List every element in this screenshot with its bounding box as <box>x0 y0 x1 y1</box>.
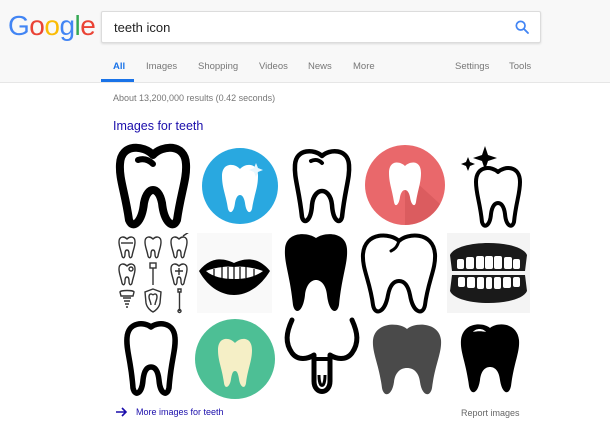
logo-letter: o <box>44 10 60 41</box>
sparkling-tooth-icon[interactable] <box>455 142 530 230</box>
active-tab-indicator <box>101 79 134 82</box>
tooth-black-silhouette-icon[interactable] <box>280 229 352 317</box>
logo-letter: G <box>8 10 30 41</box>
result-stats: About 13,200,000 results (0.42 seconds) <box>113 93 276 103</box>
header-bar: Google All Images Shopping Videos News M… <box>0 0 610 83</box>
logo-letter: g <box>59 10 75 41</box>
tooth-outline-icon[interactable] <box>113 140 193 230</box>
logo-letter: e <box>80 10 96 41</box>
more-images-label: More images for teeth <box>136 407 224 417</box>
search-icon[interactable] <box>514 19 530 35</box>
tooth-red-circle-icon[interactable] <box>364 142 446 228</box>
tooth-gray-silhouette-icon[interactable] <box>367 320 447 400</box>
dentures-icon[interactable] <box>447 233 530 313</box>
smiling-lips-icon[interactable] <box>197 233 272 313</box>
images-section-title[interactable]: Images for teeth <box>113 119 203 133</box>
tab-all[interactable]: All <box>113 61 125 72</box>
tab-images[interactable]: Images <box>146 61 177 72</box>
tooth-white-outline-icon[interactable] <box>357 229 442 317</box>
tooth-root-outline-icon[interactable] <box>282 315 362 403</box>
google-logo[interactable]: Google <box>8 10 96 42</box>
tab-news[interactable]: News <box>308 61 332 72</box>
tooth-thin-outline-icon[interactable] <box>285 143 360 228</box>
dental-icons-set[interactable] <box>113 233 193 315</box>
tab-videos[interactable]: Videos <box>259 61 288 72</box>
tooth-green-circle-icon[interactable] <box>194 317 277 401</box>
tab-tools[interactable]: Tools <box>509 61 531 72</box>
search-input[interactable] <box>114 18 494 36</box>
tooth-outline-icon[interactable] <box>120 320 182 400</box>
tab-shopping[interactable]: Shopping <box>198 61 238 72</box>
tooth-black-shine-icon[interactable] <box>455 320 525 400</box>
more-images-link[interactable]: More images for teeth <box>116 407 224 417</box>
arrow-right-icon <box>116 407 128 417</box>
search-box <box>101 11 541 43</box>
logo-letter: o <box>29 10 45 41</box>
tooth-blue-circle-icon[interactable] <box>200 143 280 228</box>
report-images-link[interactable]: Report images <box>461 408 520 418</box>
tab-more[interactable]: More <box>353 61 375 72</box>
tab-settings[interactable]: Settings <box>455 61 489 72</box>
